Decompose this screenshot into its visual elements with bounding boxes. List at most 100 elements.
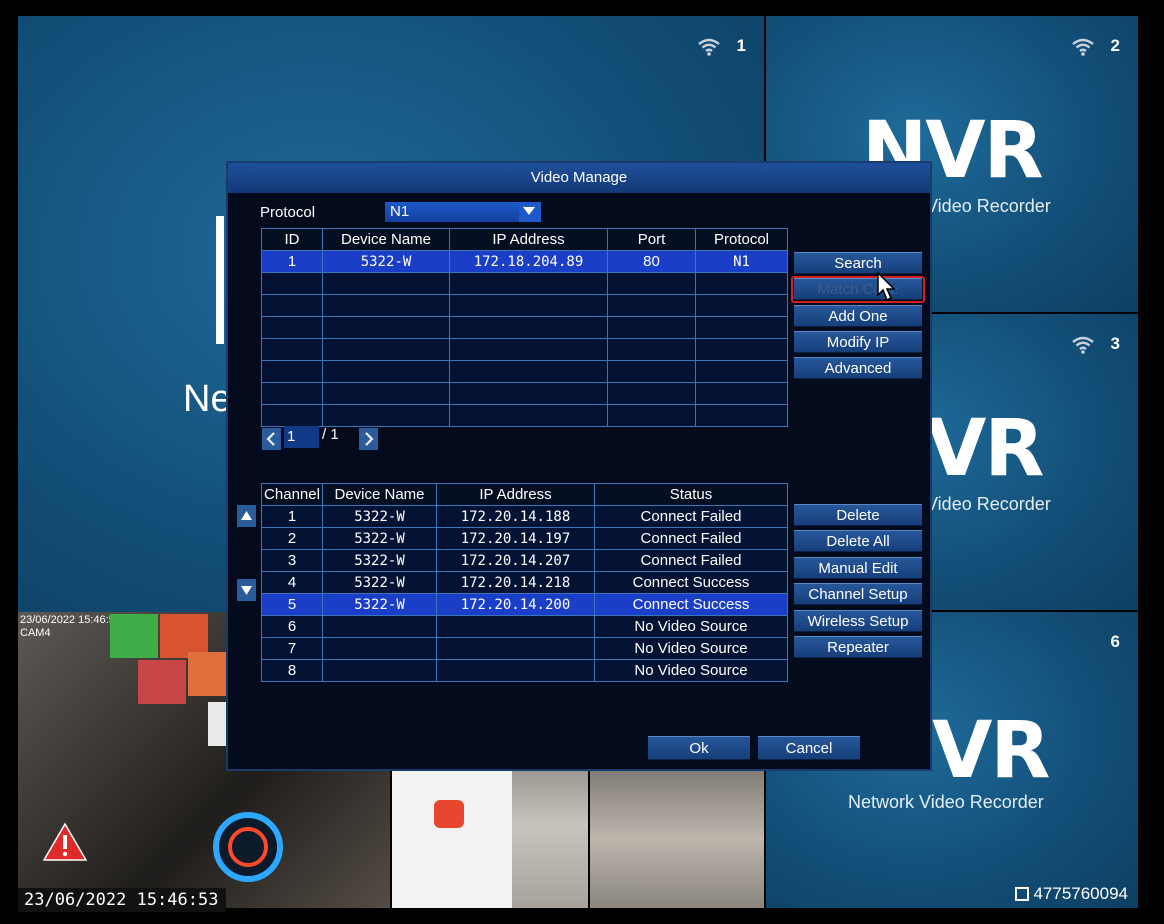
osd-camera-name: CAM4 <box>20 627 51 639</box>
camera-tile-5[interactable] <box>392 770 588 908</box>
focus-highlight <box>791 276 925 303</box>
triangle-up-icon <box>241 511 252 520</box>
search-button[interactable]: Search <box>794 252 922 274</box>
table-row[interactable] <box>261 338 788 361</box>
table-row[interactable] <box>261 272 788 295</box>
col-header-status: Status <box>594 483 788 506</box>
cell-device-name: 5322-W <box>322 571 437 594</box>
page-total: / 1 <box>322 426 339 443</box>
cell-status: Connect Failed <box>594 549 788 572</box>
cell-ip-address <box>436 637 595 660</box>
table-row[interactable] <box>261 404 788 427</box>
qr-icon <box>1015 887 1030 901</box>
table-row[interactable]: 5 5322-W 172.20.14.200 Connect Success <box>261 593 788 616</box>
camera-tile-5b <box>590 770 764 908</box>
protocol-select-value: N1 <box>390 203 410 220</box>
wireless-setup-button[interactable]: Wireless Setup <box>794 610 922 632</box>
nvr-logo: VR <box>926 404 1044 494</box>
col-header-ip-address: IP Address <box>449 228 608 251</box>
video-manage-dialog: Video Manage Protocol N1 ID Device Name … <box>226 161 932 771</box>
triangle-down-icon <box>241 586 252 595</box>
wifi-icon <box>1072 336 1094 354</box>
device-box <box>392 770 512 908</box>
protocol-select[interactable]: N1 <box>385 202 541 222</box>
dialog-title: Video Manage <box>228 163 930 193</box>
tile-number: 2 <box>1110 36 1120 55</box>
cell-status: No Video Source <box>594 615 788 638</box>
table-row[interactable] <box>261 294 788 317</box>
page-separator: / <box>322 426 327 443</box>
cancel-button[interactable]: Cancel <box>758 736 860 760</box>
osd-timestamp: 23/06/2022 15:46:53 <box>20 614 121 626</box>
tile-number: 6 <box>1110 632 1120 651</box>
cell-ip-address <box>436 615 595 638</box>
mouse-cursor-icon <box>877 271 896 302</box>
alarm-warning-icon <box>42 822 88 861</box>
cell-ip-address: 172.20.14.200 <box>436 593 595 616</box>
channel-table: Channel Device Name IP Address Status 1 … <box>261 483 788 682</box>
col-header-id: ID <box>261 228 323 251</box>
page-number-input[interactable]: 1 <box>284 426 319 448</box>
next-page-button[interactable] <box>359 428 378 450</box>
device-serial: 4775760094 <box>1015 884 1128 904</box>
col-header-ip-address: IP Address <box>436 483 595 506</box>
table-row[interactable]: 2 5322-W 172.20.14.197 Connect Failed <box>261 527 788 550</box>
serial-number: 4775760094 <box>1033 884 1128 903</box>
add-one-button[interactable]: Add One <box>794 305 922 327</box>
ok-button[interactable]: Ok <box>648 736 750 760</box>
scroll-up-button[interactable] <box>237 505 256 527</box>
cell-status: No Video Source <box>594 637 788 660</box>
cell-port: 80 <box>607 250 696 273</box>
nvr-subtitle: Video Recorder <box>926 494 1051 514</box>
cell-status: Connect Failed <box>594 527 788 550</box>
cell-device-name <box>322 659 437 682</box>
nvr-subtitle: Video Recorder <box>926 196 1051 216</box>
scroll-down-button[interactable] <box>237 579 256 601</box>
chevron-down-icon <box>523 207 535 215</box>
table-row[interactable] <box>261 360 788 383</box>
cell-channel: 5 <box>261 593 323 616</box>
table-row[interactable]: 7 No Video Source <box>261 637 788 660</box>
col-header-device-name: Device Name <box>322 483 437 506</box>
cell-ip-address: 172.18.204.89 <box>449 250 608 273</box>
prev-page-button[interactable] <box>262 428 281 450</box>
color-chip <box>110 614 158 658</box>
cell-status: Connect Failed <box>594 505 788 528</box>
tile-number: 3 <box>1110 334 1120 353</box>
chevron-left-icon <box>266 432 275 446</box>
advanced-button[interactable]: Advanced <box>794 357 922 379</box>
table-row[interactable]: 1 5322-W 172.18.204.89 80 N1 <box>261 250 788 273</box>
chevron-right-icon <box>365 432 374 446</box>
manual-edit-button[interactable]: Manual Edit <box>794 557 922 579</box>
table-row[interactable] <box>261 382 788 405</box>
col-header-channel: Channel <box>261 483 323 506</box>
cell-channel: 7 <box>261 637 323 660</box>
page-total-value: 1 <box>330 426 339 443</box>
table-row[interactable]: 6 No Video Source <box>261 615 788 638</box>
device-ring <box>213 812 283 882</box>
repeater-button[interactable]: Repeater <box>794 636 922 658</box>
modify-ip-button[interactable]: Modify IP <box>794 331 922 353</box>
cell-ip-address: 172.20.14.218 <box>436 571 595 594</box>
cell-ip-address: 172.20.14.188 <box>436 505 595 528</box>
delete-all-button[interactable]: Delete All <box>794 530 922 552</box>
search-result-table: ID Device Name IP Address Port Protocol … <box>261 228 788 427</box>
table-row[interactable]: 8 No Video Source <box>261 659 788 682</box>
table-row[interactable]: 3 5322-W 172.20.14.207 Connect Failed <box>261 549 788 572</box>
nvr-logo: VR <box>932 706 1050 796</box>
delete-button[interactable]: Delete <box>794 504 922 526</box>
table-row[interactable]: 4 5322-W 172.20.14.218 Connect Success <box>261 571 788 594</box>
cell-channel: 8 <box>261 659 323 682</box>
cell-device-name: 5322-W <box>322 549 437 572</box>
tile-number: 1 <box>736 36 746 55</box>
table-row[interactable]: 1 5322-W 172.20.14.188 Connect Failed <box>261 505 788 528</box>
cell-ip-address: 172.20.14.197 <box>436 527 595 550</box>
table-row[interactable] <box>261 316 788 339</box>
channel-setup-button[interactable]: Channel Setup <box>794 583 922 605</box>
cell-id: 1 <box>261 250 323 273</box>
cell-ip-address <box>436 659 595 682</box>
dropdown-button[interactable] <box>519 202 541 222</box>
nvr-subtitle: Network Video Recorder <box>848 792 1044 812</box>
col-header-device-name: Device Name <box>322 228 450 251</box>
col-header-protocol: Protocol <box>695 228 788 251</box>
